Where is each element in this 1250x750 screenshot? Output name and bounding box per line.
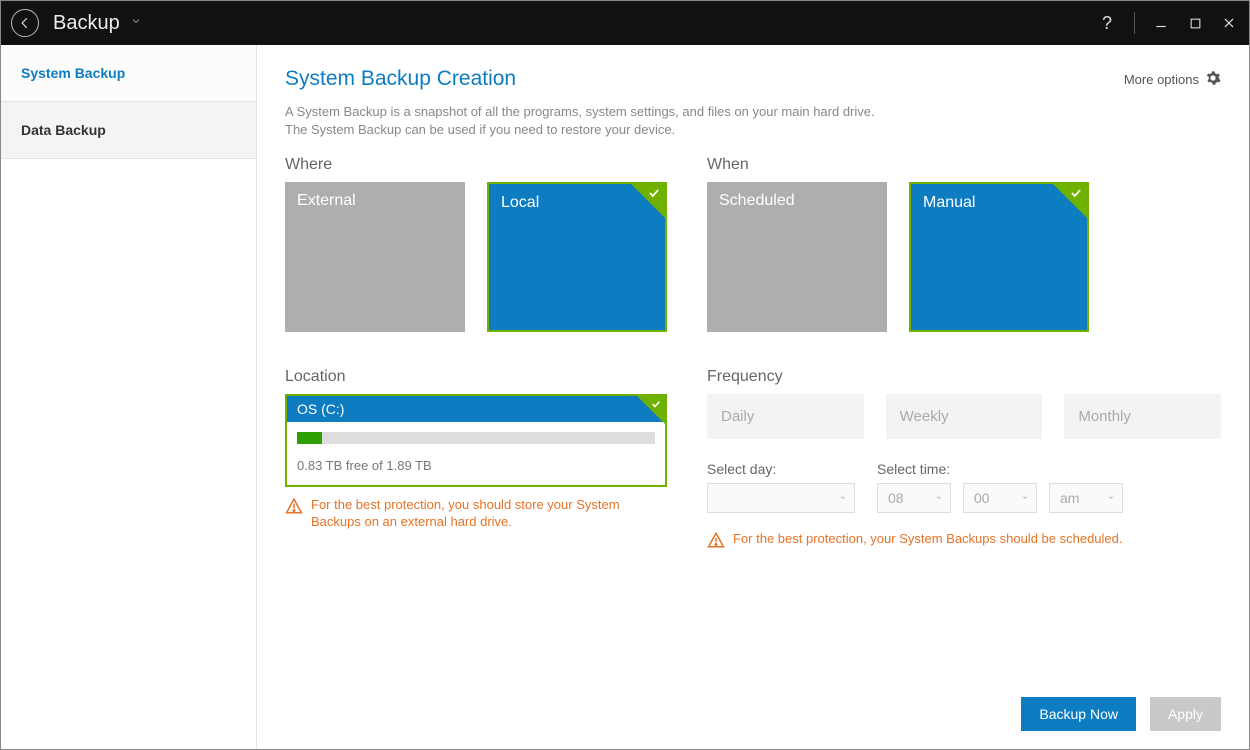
tile-label: External: [297, 192, 356, 209]
check-icon: [647, 186, 661, 205]
when-group: When Scheduled Manual: [707, 156, 1089, 332]
location-label: Location: [285, 368, 667, 386]
app-title: Backup: [53, 12, 120, 35]
where-option-local[interactable]: Local: [487, 182, 667, 332]
select-hour-value: 08: [888, 490, 904, 506]
where-label: Where: [285, 156, 667, 174]
chevron-down-icon: [838, 490, 848, 506]
more-options-label: More options: [1124, 72, 1199, 87]
location-drive-header: OS (C:): [287, 396, 665, 422]
select-day-label: Select day:: [707, 461, 855, 477]
sidebar-item-data-backup[interactable]: Data Backup: [1, 102, 256, 159]
gear-icon: [1205, 70, 1221, 89]
minimize-button[interactable]: [1147, 9, 1175, 37]
disk-free-text: 0.83 TB free of 1.89 TB: [297, 458, 655, 473]
when-option-scheduled[interactable]: Scheduled: [707, 182, 887, 332]
description: A System Backup is a snapshot of all the…: [285, 103, 1221, 138]
check-icon: [650, 397, 662, 413]
button-label: Apply: [1168, 706, 1203, 722]
help-button[interactable]: ?: [1092, 9, 1122, 38]
warning-icon: [285, 497, 303, 518]
when-label: When: [707, 156, 1089, 174]
frequency-option-weekly[interactable]: Weekly: [886, 394, 1043, 439]
frequency-option-daily[interactable]: Daily: [707, 394, 864, 439]
schedule-warning: For the best protection, your System Bac…: [707, 531, 1221, 552]
freq-label: Monthly: [1078, 408, 1131, 425]
frequency-option-monthly[interactable]: Monthly: [1064, 394, 1221, 439]
description-line: The System Backup can be used if you nee…: [285, 121, 1221, 139]
freq-label: Daily: [721, 408, 754, 425]
location-warning: For the best protection, you should stor…: [285, 497, 667, 531]
location-card[interactable]: OS (C:) 0.83 TB free of 1.89 TB: [285, 394, 667, 487]
main-panel: System Backup Creation More options A Sy…: [257, 45, 1249, 749]
divider: [1134, 12, 1135, 34]
when-option-manual[interactable]: Manual: [909, 182, 1089, 332]
select-ampm-dropdown[interactable]: am: [1049, 483, 1123, 513]
tile-label: Scheduled: [719, 192, 795, 209]
tile-label: Local: [501, 194, 539, 211]
frequency-label: Frequency: [707, 368, 1221, 386]
chevron-down-icon: [1106, 490, 1116, 506]
apply-button[interactable]: Apply: [1150, 697, 1221, 731]
where-option-external[interactable]: External: [285, 182, 465, 332]
warning-icon: [707, 531, 725, 552]
chevron-down-icon[interactable]: [130, 14, 142, 32]
freq-label: Weekly: [900, 408, 949, 425]
back-button[interactable]: [11, 9, 39, 37]
location-drive-name: OS (C:): [297, 401, 344, 417]
sidebar-item-label: System Backup: [21, 65, 125, 81]
page-title: System Backup Creation: [285, 67, 516, 91]
disk-usage-bar: [297, 432, 655, 444]
backup-now-button[interactable]: Backup Now: [1021, 697, 1136, 731]
select-day-dropdown[interactable]: [707, 483, 855, 513]
description-line: A System Backup is a snapshot of all the…: [285, 103, 1221, 121]
check-icon: [1069, 186, 1083, 205]
maximize-button[interactable]: [1181, 9, 1209, 37]
where-group: Where External Local: [285, 156, 667, 332]
chevron-down-icon: [934, 490, 944, 506]
sidebar: System Backup Data Backup: [1, 45, 257, 749]
button-label: Backup Now: [1039, 706, 1118, 722]
warning-text: For the best protection, your System Bac…: [733, 531, 1123, 548]
close-button[interactable]: [1215, 9, 1243, 37]
select-ampm-value: am: [1060, 490, 1079, 506]
tile-label: Manual: [923, 194, 975, 211]
footer: Backup Now Apply: [285, 683, 1221, 731]
select-minute-dropdown[interactable]: 00: [963, 483, 1037, 513]
sidebar-item-label: Data Backup: [21, 122, 106, 138]
more-options-button[interactable]: More options: [1124, 70, 1221, 89]
window-controls: ?: [1092, 9, 1243, 38]
select-hour-dropdown[interactable]: 08: [877, 483, 951, 513]
select-time-label: Select time:: [877, 461, 1123, 477]
select-minute-value: 00: [974, 490, 990, 506]
sidebar-item-system-backup[interactable]: System Backup: [1, 45, 256, 102]
chevron-down-icon: [1020, 490, 1030, 506]
titlebar: Backup ?: [1, 1, 1249, 45]
warning-text: For the best protection, you should stor…: [311, 497, 667, 531]
disk-usage-fill: [297, 432, 322, 444]
